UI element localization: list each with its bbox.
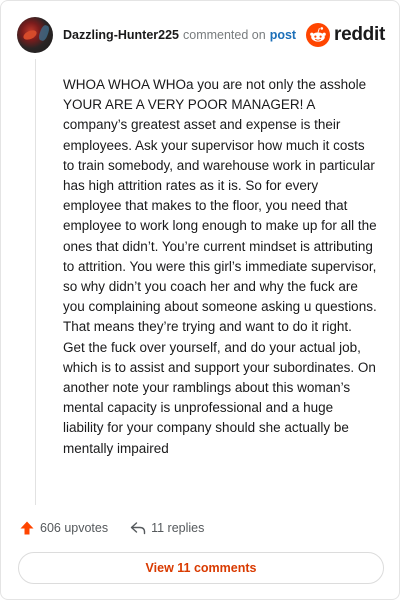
avatar[interactable] [17,17,53,53]
reddit-brand[interactable]: reddit [306,23,385,47]
reply-button[interactable]: 11 replies [130,521,204,535]
reddit-snoo-icon [306,23,331,47]
comment-card: Dazzling-Hunter225 commented on post red… [0,0,400,600]
comment-meta: Dazzling-Hunter225 commented on post [63,28,296,42]
upvote-count: 606 upvotes [40,521,109,535]
author-username[interactable]: Dazzling-Hunter225 [63,28,179,42]
reddit-wordmark: reddit [334,24,385,45]
comment-actions: 606 upvotes 11 replies [19,517,204,539]
thread-line [35,59,36,505]
view-comments-button[interactable]: View 11 comments [18,552,384,584]
reply-arrow-icon [130,522,146,535]
comment-body: WHOA WHOA WHOa you are not only the assh… [63,77,377,456]
commented-on-label: commented on [183,28,266,42]
upvote-arrow-icon[interactable] [19,520,35,536]
comment-header: Dazzling-Hunter225 commented on post red… [17,15,385,55]
post-link[interactable]: post [270,28,296,42]
reply-count: 11 replies [151,521,205,535]
